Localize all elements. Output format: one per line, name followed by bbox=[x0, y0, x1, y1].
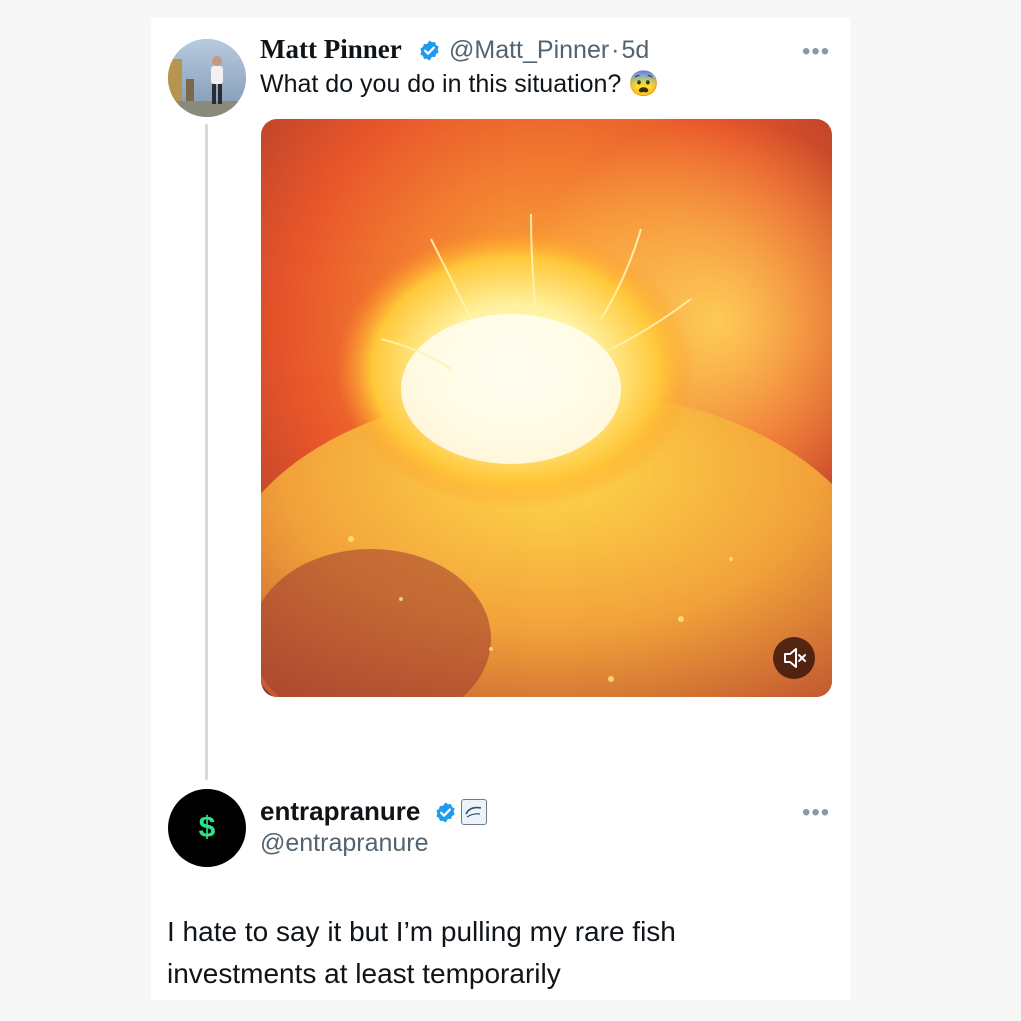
affiliate-badge-icon[interactable] bbox=[461, 799, 487, 825]
mute-button[interactable] bbox=[773, 637, 815, 679]
dollar-sign-icon: $ bbox=[198, 811, 216, 844]
speaker-muted-icon bbox=[784, 648, 806, 668]
avatar[interactable]: $ bbox=[168, 789, 246, 867]
author-name[interactable]: entrapranure bbox=[260, 796, 420, 827]
timestamp[interactable]: 5d bbox=[622, 36, 650, 64]
tweet-video[interactable] bbox=[261, 119, 832, 697]
tweet-text: What do you do in this situation? 😨 bbox=[260, 70, 660, 98]
verified-badge-icon[interactable] bbox=[418, 39, 441, 62]
lava-video-thumbnail bbox=[261, 119, 832, 697]
more-options-icon[interactable]: ••• bbox=[802, 799, 830, 827]
verified-badge-icon[interactable] bbox=[434, 801, 457, 824]
author-handle[interactable]: @entrapranure bbox=[260, 829, 429, 858]
author-handle[interactable]: @Matt_Pinner bbox=[449, 36, 609, 64]
separator: · bbox=[611, 36, 620, 64]
more-options-icon[interactable]: ••• bbox=[802, 38, 830, 66]
tweet-text: I hate to say it but I’m pulling my rare… bbox=[167, 916, 676, 989]
avatar[interactable] bbox=[168, 39, 246, 117]
profile-photo-icon bbox=[168, 39, 246, 117]
author-name[interactable]: Matt Pinner bbox=[260, 34, 402, 65]
thread-connector-line bbox=[205, 124, 208, 780]
affiliate-logo-icon bbox=[465, 806, 482, 818]
